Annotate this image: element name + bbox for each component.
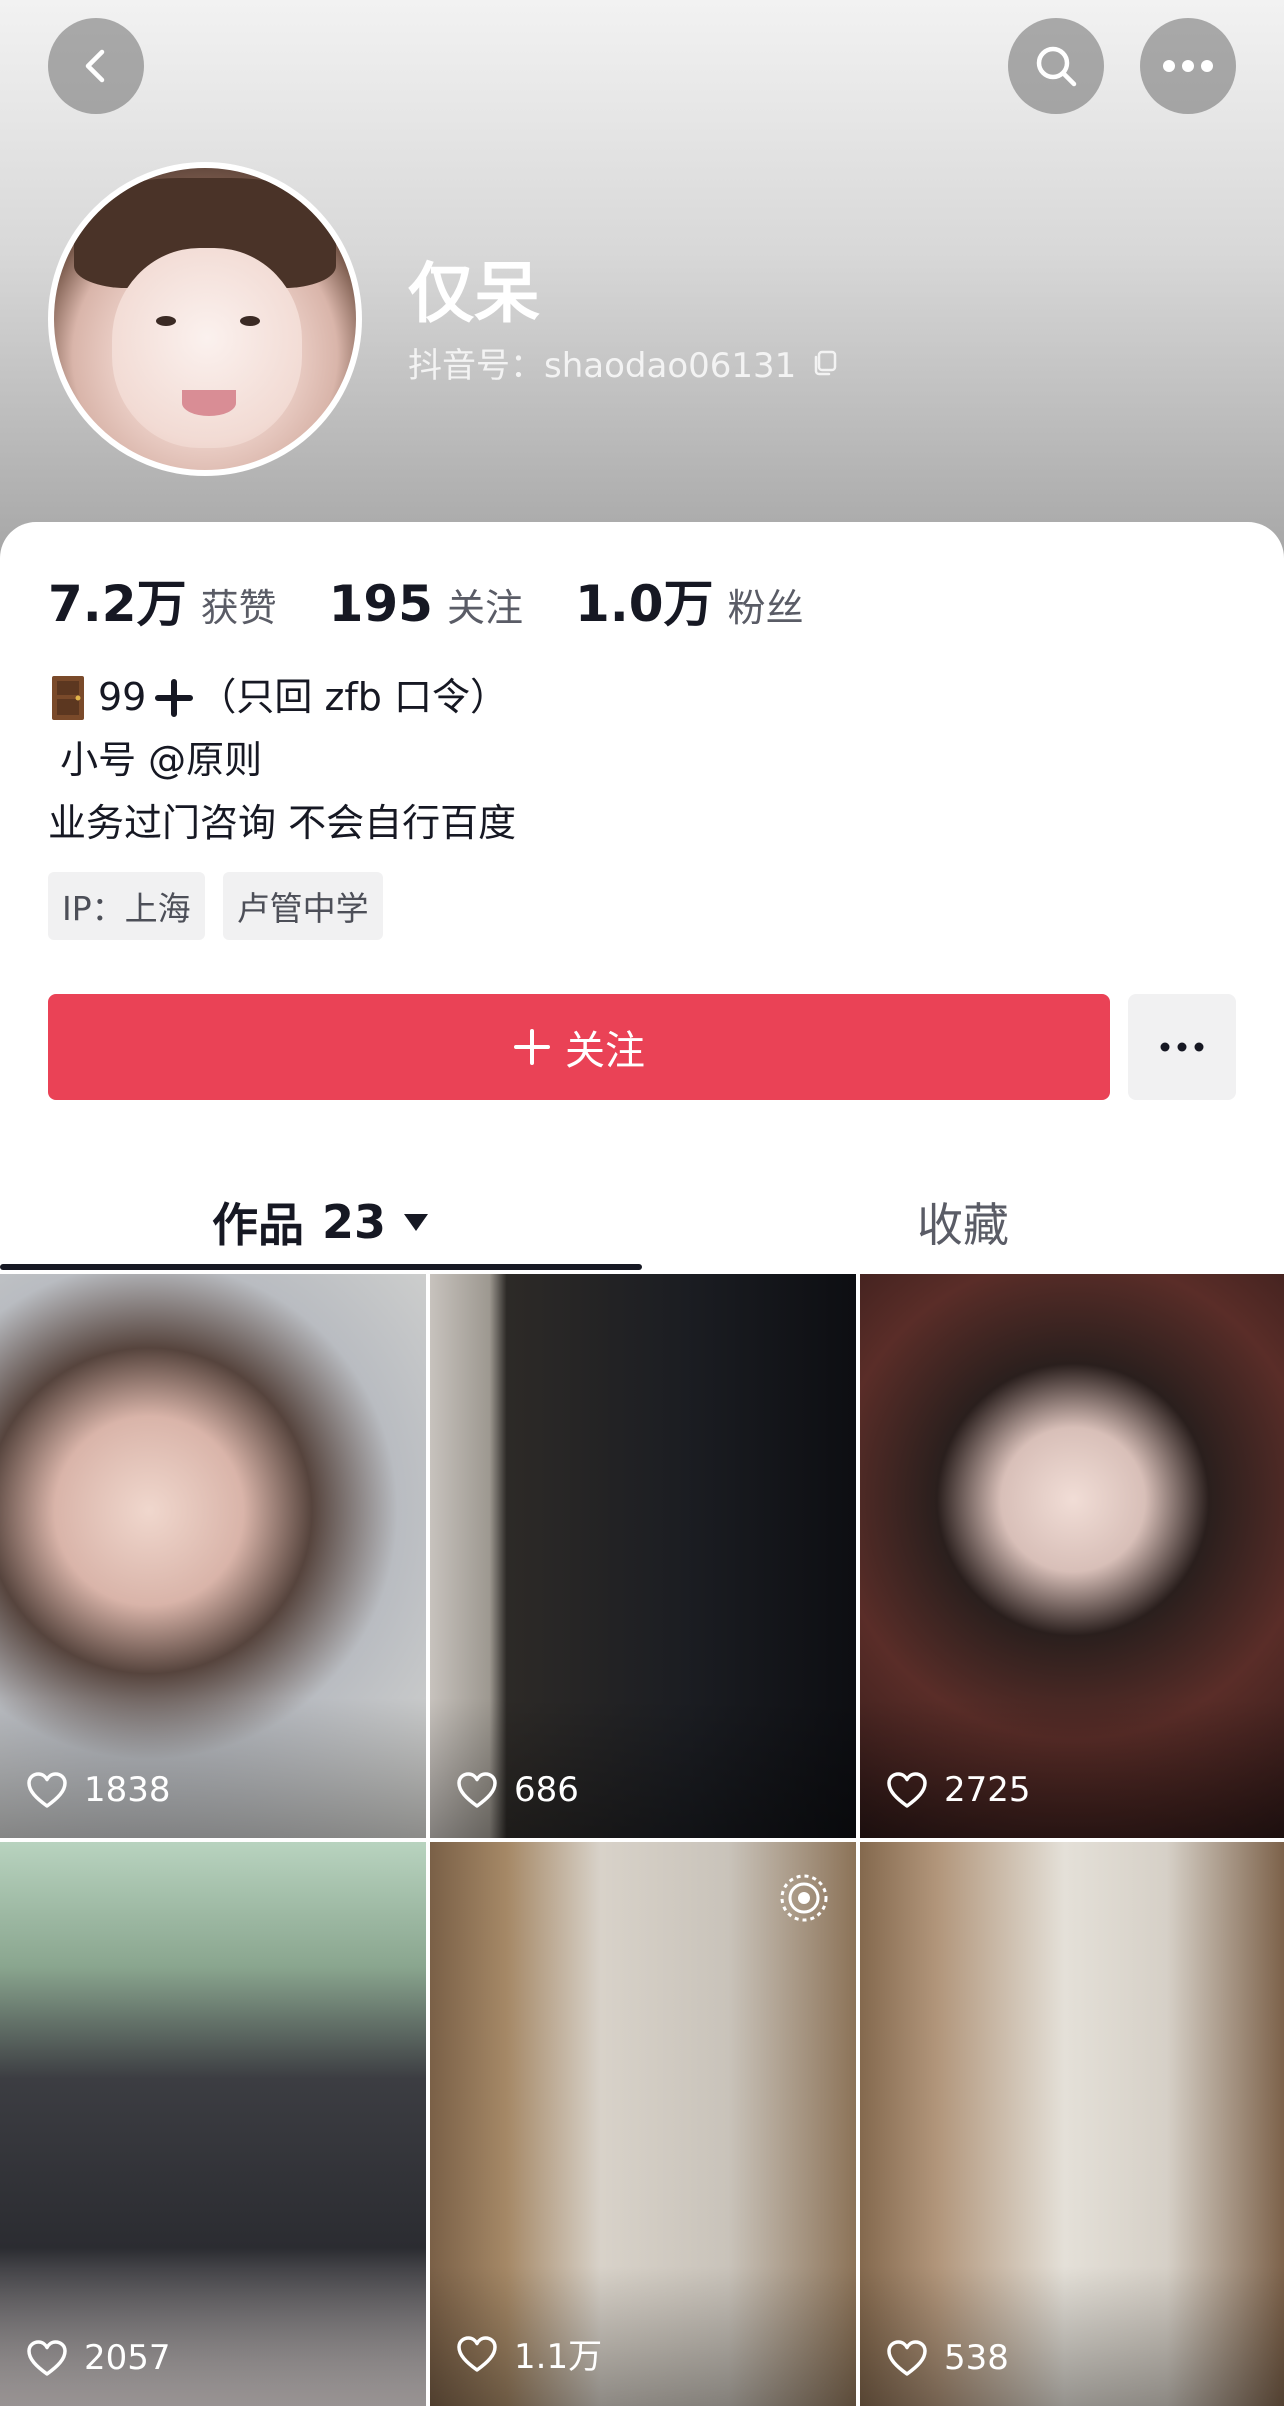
nickname: 仅呆	[408, 255, 540, 332]
stat-likes-value: 7.2万	[48, 575, 187, 633]
search-icon	[1036, 46, 1077, 87]
video-likes: 2725	[886, 1770, 1031, 1810]
profile-header: 仅呆 抖音号：shaodao06131	[0, 0, 1284, 560]
follow-button[interactable]: 关注	[48, 994, 1110, 1100]
video-tile[interactable]: 2725	[860, 1274, 1284, 1838]
follow-more-button[interactable]	[1128, 994, 1236, 1100]
video-likes-count: 1.1万	[514, 2337, 603, 2377]
heart-icon	[457, 2335, 497, 2372]
douyin-id-text: 抖音号：shaodao06131	[408, 346, 797, 386]
stat-following-label: 关注	[446, 586, 523, 630]
video-likes-count: 2725	[944, 1770, 1031, 1810]
avatar[interactable]	[48, 162, 362, 476]
heart-icon	[27, 2340, 67, 2376]
video-tile[interactable]: 1838	[0, 1274, 426, 1838]
bio-line-3: 业务过门咨询 不会自行百度	[48, 801, 517, 845]
bio-line-1-text: （只回 zfb 口令）	[198, 675, 508, 719]
more-icon	[1160, 1042, 1204, 1052]
video-likes: 1.1万	[456, 2329, 602, 2378]
follow-button-label: 关注	[565, 1028, 645, 1074]
stat-likes-label: 获赞	[200, 586, 277, 630]
video-likes-count: 1838	[84, 1770, 171, 1810]
video-likes-count: 538	[944, 2338, 1009, 2378]
stat-following-value: 195	[328, 575, 433, 633]
triangle-down-icon	[404, 1214, 428, 1231]
plus-icon	[514, 1029, 550, 1065]
tab-works[interactable]: 作品 23	[0, 1172, 642, 1272]
more-icon	[1163, 60, 1213, 72]
stat-likes[interactable]: 7.2万 获赞	[48, 564, 277, 636]
tab-active-indicator	[0, 1264, 642, 1270]
search-button[interactable]	[1008, 18, 1104, 114]
back-icon	[85, 49, 105, 83]
bio: 99 （只回 zfb 口令） 小号 @原则 业务过门咨询 不会自行百度	[48, 666, 516, 855]
video-tile[interactable]: 1.1万	[430, 1842, 856, 2406]
video-likes-count: 2057	[84, 2338, 171, 2378]
heart-icon	[887, 1772, 927, 1808]
back-button[interactable]	[48, 18, 144, 114]
stats-row: 7.2万 获赞 195 关注 1.0万 粉丝	[48, 564, 856, 636]
heart-icon	[27, 1772, 67, 1808]
stat-following[interactable]: 195 关注	[329, 575, 523, 633]
douyin-id[interactable]: 抖音号：shaodao06131	[408, 338, 838, 387]
stat-followers-label: 粉丝	[727, 586, 804, 630]
tab-favorites[interactable]: 收藏	[642, 1172, 1284, 1272]
profile-tags: IP：上海 卢管中学	[48, 872, 383, 940]
video-tile[interactable]: 686	[430, 1274, 856, 1838]
heart-icon	[457, 1772, 497, 1808]
bio-line-2: 小号 @原则	[48, 738, 263, 782]
stat-followers[interactable]: 1.0万 粉丝	[575, 564, 804, 636]
more-options-button[interactable]	[1140, 18, 1236, 114]
video-likes: 2057	[26, 2338, 171, 2378]
video-likes: 538	[886, 2338, 1009, 2378]
video-likes: 686	[456, 1770, 579, 1810]
stat-followers-value: 1.0万	[574, 575, 714, 633]
tag-ip-location: IP：上海	[48, 872, 205, 940]
door-icon	[52, 675, 84, 720]
copy-icon	[815, 350, 837, 375]
tag-school[interactable]: 卢管中学	[222, 872, 383, 940]
video-tile[interactable]: 2057	[0, 1842, 426, 2406]
live-icon	[780, 1874, 828, 1922]
video-likes: 1838	[26, 1770, 171, 1810]
video-likes-count: 686	[514, 1770, 579, 1810]
heart-icon	[887, 2340, 927, 2376]
tab-works-label: 作品	[211, 1198, 304, 1252]
tab-favorites-label: 收藏	[917, 1198, 1009, 1252]
bio-line-1: 99 （只回 zfb 口令）	[48, 666, 516, 729]
content-tabs: 作品 23 收藏	[0, 1172, 1284, 1272]
plus-icon	[155, 678, 194, 717]
video-tile[interactable]: 538	[860, 1842, 1284, 2406]
bio-line-1-number: 99	[98, 675, 147, 719]
tab-works-count: 23	[321, 1195, 386, 1249]
